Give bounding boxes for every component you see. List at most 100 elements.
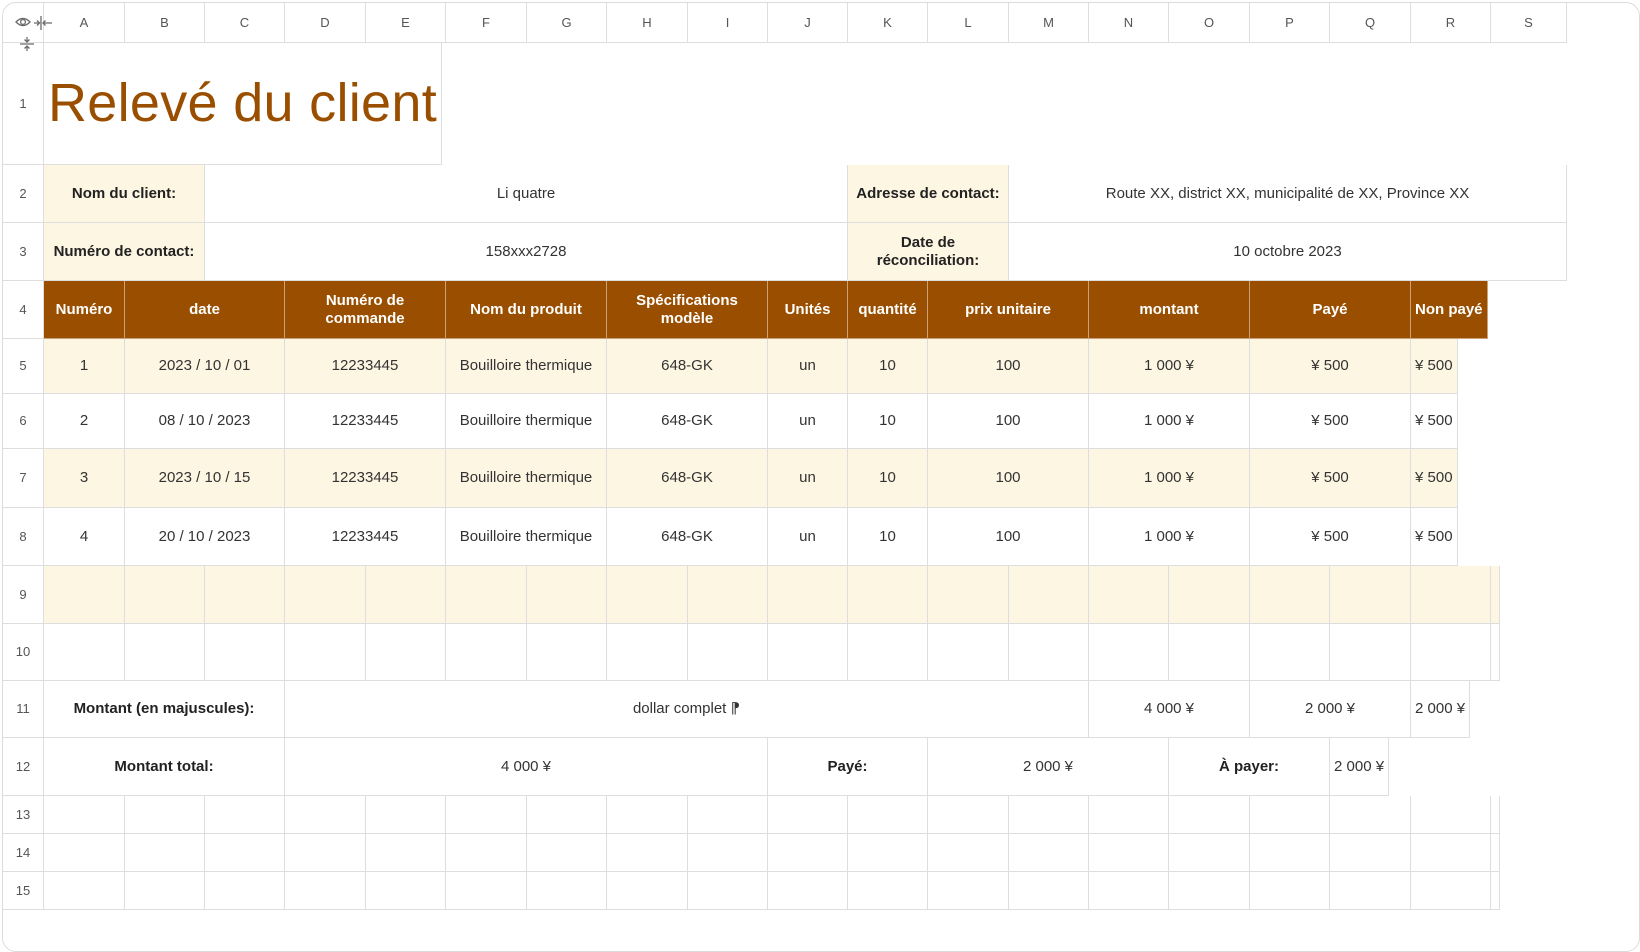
empty-cell[interactable] — [446, 796, 527, 834]
empty-cell[interactable] — [527, 796, 607, 834]
row-header-13[interactable]: 13 — [3, 796, 44, 834]
table-cell-unit-price[interactable]: 100 — [928, 449, 1089, 508]
empty-cell[interactable] — [688, 872, 768, 910]
empty-cell[interactable] — [1411, 796, 1491, 834]
empty-cell[interactable] — [1169, 796, 1250, 834]
table-cell-product-name[interactable]: Bouilloire thermique — [446, 394, 607, 449]
column-header-f[interactable]: F — [446, 3, 527, 43]
empty-cell[interactable] — [607, 624, 688, 681]
empty-cell[interactable] — [848, 796, 928, 834]
empty-cell[interactable] — [1250, 566, 1330, 624]
empty-cell[interactable] — [527, 872, 607, 910]
amount-due-label[interactable]: À payer: — [1169, 738, 1330, 796]
table-cell-unit-price[interactable]: 100 — [928, 394, 1089, 449]
empty-cell[interactable] — [1089, 834, 1169, 872]
table-header-unit-price[interactable]: prix unitaire — [928, 281, 1089, 339]
table-cell-product-name[interactable]: Bouilloire thermique — [446, 508, 607, 566]
table-cell-order-number[interactable]: 12233445 — [285, 394, 446, 449]
empty-cell[interactable] — [285, 872, 366, 910]
table-cell-quantity[interactable]: 10 — [848, 508, 928, 566]
empty-cell[interactable] — [768, 872, 848, 910]
table-header-order-number[interactable]: Numéro de commande — [285, 281, 446, 339]
empty-cell[interactable] — [1089, 796, 1169, 834]
column-header-d[interactable]: D — [285, 3, 366, 43]
empty-cell[interactable] — [205, 834, 285, 872]
empty-cell[interactable] — [44, 872, 125, 910]
column-header-h[interactable]: H — [607, 3, 688, 43]
column-header-j[interactable]: J — [768, 3, 848, 43]
row-header-12[interactable]: 12 — [3, 738, 44, 796]
row-header-5[interactable]: 5 — [3, 339, 44, 394]
empty-cell[interactable] — [527, 566, 607, 624]
empty-cell[interactable] — [848, 566, 928, 624]
empty-cell[interactable] — [1411, 624, 1491, 681]
table-cell-order-number[interactable]: 12233445 — [285, 339, 446, 394]
empty-cell[interactable] — [1089, 566, 1169, 624]
empty-cell[interactable] — [1330, 796, 1411, 834]
empty-cell[interactable] — [1169, 834, 1250, 872]
table-cell-date[interactable]: 2023 / 10 / 01 — [125, 339, 285, 394]
empty-cell[interactable] — [446, 872, 527, 910]
table-header-unpaid[interactable]: Non payé — [1411, 281, 1488, 339]
table-cell-paid[interactable]: ¥ 500 — [1250, 449, 1411, 508]
empty-cell[interactable] — [1089, 624, 1169, 681]
total-amount-value[interactable]: 4 000 ¥ — [285, 738, 768, 796]
empty-cell[interactable] — [928, 566, 1009, 624]
empty-cell[interactable] — [688, 624, 768, 681]
contact-phone-value[interactable]: 158xxx2728 — [205, 223, 848, 281]
table-cell-unit-price[interactable]: 100 — [928, 508, 1089, 566]
table-cell-numero[interactable]: 4 — [44, 508, 125, 566]
empty-cell[interactable] — [527, 834, 607, 872]
empty-cell[interactable] — [285, 566, 366, 624]
table-cell-units[interactable]: un — [768, 508, 848, 566]
empty-cell[interactable] — [688, 566, 768, 624]
empty-cell[interactable] — [1009, 872, 1089, 910]
words-montant-value[interactable]: 4 000 ¥ — [1089, 681, 1250, 738]
empty-cell[interactable] — [1169, 624, 1250, 681]
table-cell-quantity[interactable]: 10 — [848, 394, 928, 449]
empty-cell[interactable] — [527, 624, 607, 681]
empty-cell[interactable] — [607, 566, 688, 624]
empty-cell[interactable] — [928, 624, 1009, 681]
empty-cell[interactable] — [205, 872, 285, 910]
table-cell-unpaid[interactable]: ¥ 500 — [1411, 508, 1458, 566]
empty-cell[interactable] — [1169, 566, 1250, 624]
row-header-8[interactable]: 8 — [3, 508, 44, 566]
row-header-10[interactable]: 10 — [3, 624, 44, 681]
empty-cell[interactable] — [928, 796, 1009, 834]
empty-cell[interactable] — [125, 796, 205, 834]
empty-cell[interactable] — [1330, 624, 1411, 681]
table-cell-unpaid[interactable]: ¥ 500 — [1411, 449, 1458, 508]
contact-address-value[interactable]: Route XX, district XX, municipalité de X… — [1009, 165, 1567, 223]
paid-total-label[interactable]: Payé: — [768, 738, 928, 796]
column-header-k[interactable]: K — [848, 3, 928, 43]
empty-cell[interactable] — [607, 834, 688, 872]
empty-cell[interactable] — [1089, 872, 1169, 910]
column-header-l[interactable]: L — [928, 3, 1009, 43]
empty-cell[interactable] — [285, 796, 366, 834]
empty-cell[interactable] — [1491, 624, 1500, 681]
row-header-15[interactable]: 15 — [3, 872, 44, 910]
empty-cell[interactable] — [1491, 834, 1500, 872]
sheet-title-cell[interactable]: Relevé du client — [44, 43, 443, 165]
words-paid-value[interactable]: 2 000 ¥ — [1250, 681, 1411, 738]
column-header-e[interactable]: E — [366, 3, 446, 43]
empty-cell[interactable] — [848, 834, 928, 872]
table-cell-numero[interactable]: 2 — [44, 394, 125, 449]
column-header-r[interactable]: R — [1411, 3, 1491, 43]
table-header-numero[interactable]: Numéro — [44, 281, 125, 339]
table-cell-amount[interactable]: 1 000 ¥ — [1089, 508, 1250, 566]
empty-cell[interactable] — [446, 566, 527, 624]
empty-cell[interactable] — [446, 624, 527, 681]
row-header-6[interactable]: 6 — [3, 394, 44, 449]
empty-cell[interactable] — [1009, 624, 1089, 681]
empty-cell[interactable] — [366, 796, 446, 834]
empty-cell[interactable] — [607, 872, 688, 910]
client-name-value[interactable]: Li quatre — [205, 165, 848, 223]
empty-cell[interactable] — [928, 872, 1009, 910]
table-header-paid[interactable]: Payé — [1250, 281, 1411, 339]
empty-cell[interactable] — [1330, 872, 1411, 910]
table-cell-unpaid[interactable]: ¥ 500 — [1411, 339, 1458, 394]
empty-cell[interactable] — [1491, 566, 1500, 624]
row-header-4[interactable]: 4 — [3, 281, 44, 339]
